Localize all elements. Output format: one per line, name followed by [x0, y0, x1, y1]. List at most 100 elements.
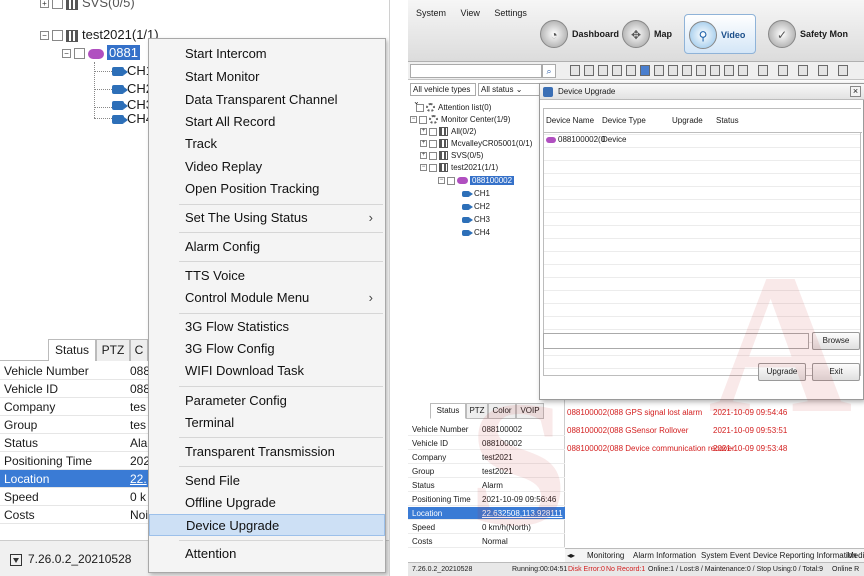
tab-device-reporting[interactable]: Device Reporting Information	[753, 549, 857, 562]
menu-settings[interactable]: Settings	[494, 8, 527, 18]
menu-item-set-using-status[interactable]: Set The Using Status ›	[149, 207, 385, 229]
upgrade-button[interactable]: Upgrade	[758, 363, 806, 381]
status-row-location[interactable]: Location 22.632508,113.928111	[408, 507, 565, 520]
tree-item-channel[interactable]: CH4	[112, 110, 153, 128]
layout-8-icon[interactable]	[612, 65, 622, 76]
menu-item-start-monitor[interactable]: Start Monitor	[149, 66, 385, 88]
menu-item-wifi-download-task[interactable]: WIFI Download Task	[149, 360, 385, 382]
menu-item-parameter-config[interactable]: Parameter Config	[149, 390, 385, 412]
tree-checkbox[interactable]	[416, 103, 424, 112]
menu-system[interactable]: System	[416, 8, 446, 18]
search-icon[interactable]: ⌕	[542, 64, 556, 78]
tab-voip[interactable]: VOIP	[516, 403, 544, 419]
status-row-location[interactable]: Location 22.	[0, 470, 148, 488]
search-input[interactable]	[410, 64, 542, 78]
location-link[interactable]: 22.632508,113.928111	[482, 507, 563, 520]
collapse-toggle-icon[interactable]: −	[410, 116, 417, 124]
expand-toggle-icon[interactable]: +	[420, 152, 427, 160]
tab-ptz[interactable]: PTZ	[466, 403, 488, 419]
tree-checkbox[interactable]	[429, 127, 437, 136]
nav-dashboard[interactable]: ◔ Dashboard	[536, 14, 629, 54]
tree-item-svs[interactable]: + SVS(0/5)	[420, 150, 483, 162]
menu-item-send-file[interactable]: Send File	[149, 470, 385, 492]
tree-item-all[interactable]: + All(0/2)	[420, 126, 476, 138]
layout-16-icon[interactable]	[640, 65, 650, 76]
snapshot-icon[interactable]	[710, 65, 720, 76]
menu-item-3g-flow-statistics[interactable]: 3G Flow Statistics	[149, 316, 385, 338]
layout-4-icon[interactable]	[584, 65, 594, 76]
menu-item-terminal[interactable]: Terminal	[149, 412, 385, 434]
col-device-name[interactable]: Device Name	[546, 116, 594, 125]
layout-9-icon[interactable]	[626, 65, 636, 76]
tree-item-channel[interactable]: CH2	[462, 201, 490, 213]
tree-checkbox[interactable]	[429, 151, 437, 160]
tab-alarm-information[interactable]: Alarm Information	[633, 549, 696, 562]
tree-checkbox[interactable]	[52, 0, 63, 10]
col-upgrade[interactable]: Upgrade	[672, 116, 703, 125]
file-path-input[interactable]	[543, 333, 809, 349]
menu-item-start-intercom[interactable]: Start Intercom	[149, 43, 385, 65]
collapse-toggle-icon[interactable]: −	[40, 31, 49, 41]
stop-icon[interactable]	[838, 65, 848, 76]
zoom-in-icon[interactable]	[682, 65, 692, 76]
layout-25-icon[interactable]	[654, 65, 664, 76]
volume-icon[interactable]	[798, 65, 808, 76]
menu-item-transparent-transmission[interactable]: Transparent Transmission	[149, 441, 385, 463]
tab-monitoring[interactable]: Monitoring	[587, 549, 624, 562]
record-icon[interactable]	[724, 65, 734, 76]
menu-item-tts-voice[interactable]: TTS Voice	[149, 265, 385, 287]
nav-video[interactable]: ⚲ Video	[684, 14, 757, 54]
tree-checkbox[interactable]	[429, 139, 437, 148]
menu-item-open-position-tracking[interactable]: Open Position Tracking	[149, 178, 385, 200]
vehicle-types-dropdown[interactable]: All vehicle types ⌄	[410, 83, 476, 106]
exit-button[interactable]: Exit	[812, 363, 860, 381]
menu-item-device-upgrade[interactable]: Device Upgrade	[149, 514, 385, 536]
status-dropdown[interactable]: All status ⌄	[478, 83, 540, 96]
tree-checkbox[interactable]	[429, 163, 437, 172]
col-device-type[interactable]: Device Type	[602, 116, 646, 125]
tree-item-channel[interactable]: CH1	[462, 188, 490, 200]
display-icon[interactable]	[758, 65, 768, 76]
tree-item-attention[interactable]: Attention list(0)	[416, 102, 491, 114]
zoom-out-icon[interactable]	[696, 65, 706, 76]
tree-checkbox[interactable]	[74, 48, 85, 60]
col-status[interactable]: Status	[716, 116, 739, 125]
expand-toggle-icon[interactable]: +	[420, 140, 427, 148]
play-icon[interactable]	[818, 65, 828, 76]
tree-checkbox[interactable]	[419, 115, 427, 124]
tab-color[interactable]: C	[130, 339, 148, 361]
stream-icon[interactable]	[738, 65, 748, 76]
tab-system-event[interactable]: System Event	[701, 549, 750, 562]
nav-prev-icon[interactable]: ◂▸	[567, 549, 575, 562]
menu-item-offline-upgrade[interactable]: Offline Upgrade	[149, 492, 385, 514]
menu-item-alarm-config[interactable]: Alarm Config	[149, 236, 385, 258]
expand-toggle-icon[interactable]: +	[40, 0, 49, 9]
tab-status[interactable]: Status	[48, 339, 96, 361]
tree-checkbox[interactable]	[52, 30, 63, 42]
menu-item-attention[interactable]: Attention	[149, 543, 385, 565]
tree-item-channel[interactable]: CH1	[112, 62, 153, 80]
menu-item-start-all-record[interactable]: Start All Record	[149, 111, 385, 133]
location-link[interactable]: 22.	[130, 470, 147, 488]
nav-map[interactable]: ✥ Map	[618, 14, 682, 54]
menu-view[interactable]: View	[461, 8, 480, 18]
menu-item-video-replay[interactable]: Video Replay	[149, 156, 385, 178]
tab-color[interactable]: Color	[488, 403, 516, 419]
tree-checkbox[interactable]	[447, 176, 455, 185]
tab-ptz[interactable]: PTZ	[96, 339, 130, 361]
tree-item-device[interactable]: − 088100002	[438, 175, 515, 187]
browse-button[interactable]: Browse	[812, 332, 860, 350]
menu-item-track[interactable]: Track	[149, 133, 385, 155]
collapse-toggle-icon[interactable]: −	[420, 164, 427, 172]
menu-item-control-module-menu[interactable]: Control Module Menu ›	[149, 287, 385, 309]
tree-item-device[interactable]: − 0881	[62, 44, 140, 62]
menu-item-data-transparent-channel[interactable]: Data Transparent Channel	[149, 89, 385, 111]
collapse-toggle-icon[interactable]: −	[62, 49, 71, 59]
tree-item-channel[interactable]: CH3	[462, 214, 490, 226]
expand-toggle-icon[interactable]: +	[420, 128, 427, 136]
tree-item-test2021[interactable]: − test2021(1/1)	[40, 26, 159, 44]
tab-media[interactable]: Media	[847, 549, 864, 562]
layout-1-icon[interactable]	[570, 65, 580, 76]
close-icon[interactable]: ×	[850, 86, 861, 97]
tab-status[interactable]: Status	[430, 403, 466, 419]
